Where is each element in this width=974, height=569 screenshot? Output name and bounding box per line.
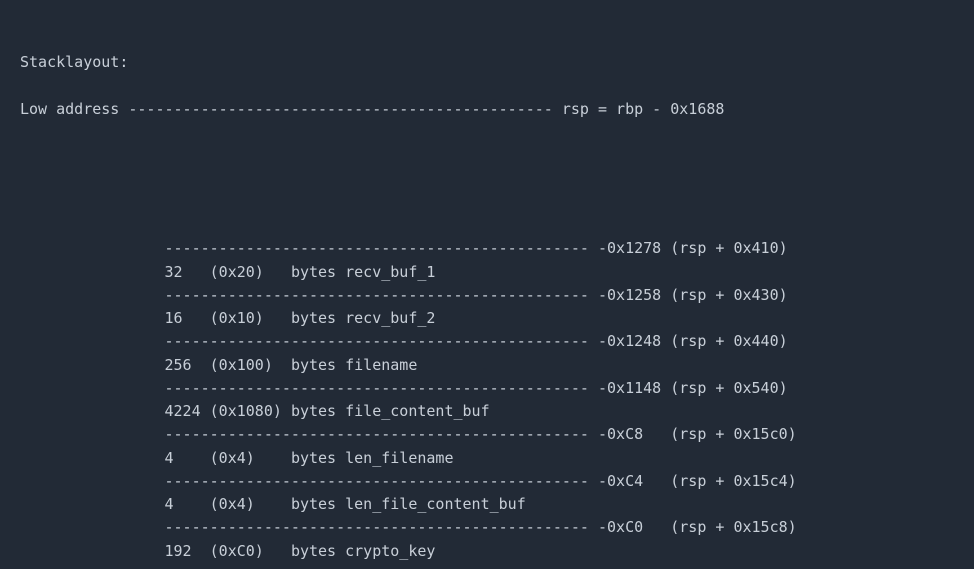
offset-annotation: -0xC8 (rsp + 0x15c0) (598, 425, 797, 443)
separator-line: ----------------------------------------… (20, 284, 954, 307)
stack-row: 256 (0x100) bytes filename (20, 354, 954, 377)
separator: ----------------------------------------… (119, 100, 562, 118)
offset-annotation: -0x1258 (rsp + 0x430) (598, 286, 788, 304)
low-address-label: Low address (20, 100, 119, 118)
field-name: len_filename (345, 449, 453, 467)
size-decimal: 16 (165, 309, 210, 327)
size-hex: (0xC0) (210, 542, 291, 560)
size-decimal: 4 (165, 495, 210, 513)
separator: ----------------------------------------… (165, 379, 598, 397)
field-name: recv_buf_2 (345, 309, 435, 327)
bytes-keyword: bytes (291, 495, 345, 513)
size-decimal: 4 (165, 449, 210, 467)
rsp-equation: rsp = rbp - 0x1688 (562, 100, 725, 118)
size-hex: (0x20) (210, 263, 291, 281)
stack-row: 4224 (0x1080) bytes file_content_buf (20, 400, 954, 423)
stack-layout-diagram: Stacklayout: Low address ---------------… (0, 0, 974, 569)
bytes-keyword: bytes (291, 449, 345, 467)
offset-annotation: -0x1148 (rsp + 0x540) (598, 379, 788, 397)
separator: ----------------------------------------… (165, 472, 598, 490)
size-decimal: 256 (165, 356, 210, 374)
offset-annotation: -0xC4 (rsp + 0x15c4) (598, 472, 797, 490)
stack-row: 4 (0x4) bytes len_file_content_buf (20, 493, 954, 516)
separator: ----------------------------------------… (165, 425, 598, 443)
separator-line: ----------------------------------------… (20, 237, 954, 260)
separator-line: ----------------------------------------… (20, 470, 954, 493)
size-decimal: 4224 (165, 402, 210, 420)
stack-row: 192 (0xC0) bytes crypto_key (20, 540, 954, 563)
bytes-keyword: bytes (291, 542, 345, 560)
low-address-line: Low address ----------------------------… (20, 98, 954, 121)
title: Stacklayout: (20, 53, 128, 71)
bytes-keyword: bytes (291, 402, 345, 420)
size-hex: (0x4) (210, 495, 291, 513)
field-name: len_file_content_buf (345, 495, 526, 513)
stack-row: 32 (0x20) bytes recv_buf_1 (20, 261, 954, 284)
size-decimal: 192 (165, 542, 210, 560)
blank-line (20, 191, 954, 214)
bytes-keyword: bytes (291, 263, 345, 281)
separator: ----------------------------------------… (165, 286, 598, 304)
title-line: Stacklayout: (20, 51, 954, 74)
field-name: crypto_key (345, 542, 435, 560)
separator-line: ----------------------------------------… (20, 516, 954, 539)
size-hex: (0x10) (210, 309, 291, 327)
stack-row: 16 (0x10) bytes recv_buf_2 (20, 307, 954, 330)
stack-rows: ----------------------------------------… (20, 237, 954, 563)
separator: ----------------------------------------… (165, 518, 598, 536)
size-hex: (0x1080) (210, 402, 291, 420)
bytes-keyword: bytes (291, 309, 345, 327)
blank-line (20, 144, 954, 167)
separator-line: ----------------------------------------… (20, 423, 954, 446)
offset-annotation: -0x1278 (rsp + 0x410) (598, 239, 788, 257)
size-hex: (0x4) (210, 449, 291, 467)
offset-annotation: -0xC0 (rsp + 0x15c8) (598, 518, 797, 536)
separator-line: ----------------------------------------… (20, 377, 954, 400)
field-name: file_content_buf (345, 402, 490, 420)
field-name: recv_buf_1 (345, 263, 435, 281)
field-name: filename (345, 356, 417, 374)
stack-row: 4 (0x4) bytes len_filename (20, 447, 954, 470)
separator: ----------------------------------------… (165, 332, 598, 350)
size-hex: (0x100) (210, 356, 291, 374)
bytes-keyword: bytes (291, 356, 345, 374)
separator: ----------------------------------------… (165, 239, 598, 257)
separator-line: ----------------------------------------… (20, 330, 954, 353)
size-decimal: 32 (165, 263, 210, 281)
offset-annotation: -0x1248 (rsp + 0x440) (598, 332, 788, 350)
